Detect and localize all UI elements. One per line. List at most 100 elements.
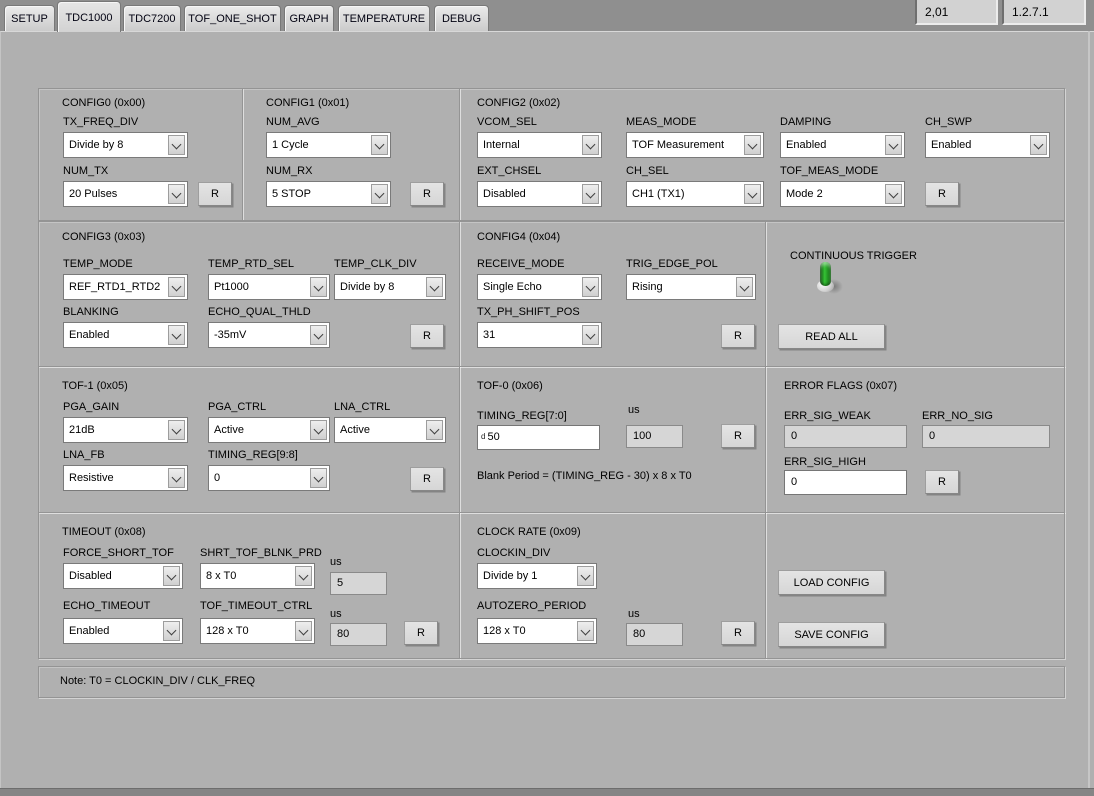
panel-right-edge bbox=[1088, 31, 1090, 788]
group-title-config4: CONFIG4 (0x04) bbox=[477, 231, 561, 243]
receive-mode-select[interactable]: Single Echo bbox=[477, 274, 602, 300]
combo-dropdown-button[interactable] bbox=[168, 420, 185, 440]
chevron-down-icon bbox=[313, 329, 324, 340]
tab-debug[interactable]: DEBUG bbox=[434, 5, 489, 31]
combo-dropdown-button[interactable] bbox=[371, 184, 388, 204]
group-title-tof1: TOF-1 (0x05) bbox=[62, 380, 128, 392]
combo-dropdown-button[interactable] bbox=[426, 420, 443, 440]
read-all-button[interactable]: READ ALL bbox=[778, 324, 885, 349]
tof-timeout-ctrl-select[interactable]: 128 x T0 bbox=[200, 618, 315, 644]
temp-rtd-sel-select[interactable]: Pt1000 bbox=[208, 274, 330, 300]
field-label: TEMP_MODE bbox=[63, 258, 133, 270]
combo-dropdown-button[interactable] bbox=[577, 566, 594, 586]
combo-dropdown-button[interactable] bbox=[1030, 135, 1047, 155]
tab-temperature[interactable]: TEMPERATURE bbox=[338, 5, 430, 31]
shrt-tof-blnk-prd-select[interactable]: 8 x T0 bbox=[200, 563, 315, 589]
damping-select[interactable]: Enabled bbox=[780, 132, 905, 158]
combo-dropdown-button[interactable] bbox=[371, 135, 388, 155]
echo-timeout-select[interactable]: Enabled bbox=[63, 618, 183, 644]
version-display-left: 2,01 bbox=[915, 0, 998, 25]
field-label: CH_SWP bbox=[925, 116, 973, 128]
tof0-read-button[interactable]: R bbox=[721, 424, 755, 448]
clockin-div-select[interactable]: Divide by 1 bbox=[477, 563, 597, 589]
continuous-trigger-label: CONTINUOUS TRIGGER bbox=[790, 250, 917, 262]
chevron-down-icon bbox=[374, 139, 385, 150]
config1-read-button[interactable]: R bbox=[410, 182, 444, 206]
trig-edge-pol-select[interactable]: Rising bbox=[626, 274, 756, 300]
force-short-tof-select[interactable]: Disabled bbox=[63, 563, 183, 589]
combo-dropdown-button[interactable] bbox=[295, 566, 312, 586]
temp-clk-div-select[interactable]: Divide by 8 bbox=[334, 274, 446, 300]
group-title-timeout: TIMEOUT (0x08) bbox=[62, 526, 146, 538]
combo-dropdown-button[interactable] bbox=[163, 566, 180, 586]
num-avg-select[interactable]: 1 Cycle bbox=[266, 132, 391, 158]
lna-ctrl-select[interactable]: Active bbox=[334, 417, 446, 443]
chevron-down-icon bbox=[739, 281, 750, 292]
combo-dropdown-button[interactable] bbox=[744, 135, 761, 155]
save-config-button[interactable]: SAVE CONFIG bbox=[778, 622, 885, 647]
echo-qual-thld-select[interactable]: -35mV bbox=[208, 322, 330, 348]
timeout-read-button[interactable]: R bbox=[404, 621, 438, 645]
pga-ctrl-select[interactable]: Active bbox=[208, 417, 330, 443]
tof-meas-mode-select[interactable]: Mode 2 bbox=[780, 181, 905, 207]
load-config-button[interactable]: LOAD CONFIG bbox=[778, 570, 885, 595]
combo-dropdown-button[interactable] bbox=[163, 621, 180, 641]
ch-swp-select[interactable]: Enabled bbox=[925, 132, 1050, 158]
blank-period-formula: Blank Period = (TIMING_REG - 30) x 8 x T… bbox=[477, 470, 692, 482]
err-sig-high-field[interactable]: 0 bbox=[784, 470, 907, 495]
error-flags-read-button[interactable]: R bbox=[925, 470, 959, 494]
selected-value: 128 x T0 bbox=[483, 625, 526, 637]
combo-dropdown-button[interactable] bbox=[582, 135, 599, 155]
tab-setup[interactable]: SETUP bbox=[4, 5, 55, 31]
combo-dropdown-button[interactable] bbox=[744, 184, 761, 204]
vcom-sel-select[interactable]: Internal bbox=[477, 132, 602, 158]
combo-dropdown-button[interactable] bbox=[736, 277, 753, 297]
lna-fb-select[interactable]: Resistive bbox=[63, 465, 188, 491]
combo-dropdown-button[interactable] bbox=[885, 184, 902, 204]
combo-dropdown-button[interactable] bbox=[168, 325, 185, 345]
num-rx-select[interactable]: 5 STOP bbox=[266, 181, 391, 207]
shrt-tof-us-indicator: 5 bbox=[330, 572, 387, 595]
continuous-trigger-toggle[interactable] bbox=[814, 262, 848, 300]
config4-read-button[interactable]: R bbox=[721, 324, 755, 348]
combo-dropdown-button[interactable] bbox=[168, 468, 185, 488]
selected-value: CH1 (TX1) bbox=[632, 188, 685, 200]
tab-graph[interactable]: GRAPH bbox=[284, 5, 334, 31]
tof1-read-button[interactable]: R bbox=[410, 467, 444, 491]
combo-dropdown-button[interactable] bbox=[310, 420, 327, 440]
tx-freq-div-select[interactable]: Divide by 8 bbox=[63, 132, 188, 158]
tab-tof-one-shot[interactable]: TOF_ONE_SHOT bbox=[184, 5, 281, 31]
ch-sel-select[interactable]: CH1 (TX1) bbox=[626, 181, 764, 207]
config3-read-button[interactable]: R bbox=[410, 324, 444, 348]
tof-timeout-us-indicator: 80 bbox=[330, 623, 387, 646]
selected-value: 21dB bbox=[69, 424, 95, 436]
temp-mode-select[interactable]: REF_RTD1_RTD2 bbox=[63, 274, 188, 300]
tx-ph-shift-pos-select[interactable]: 31 bbox=[477, 322, 602, 348]
ext-chsel-select[interactable]: Disabled bbox=[477, 181, 602, 207]
combo-dropdown-button[interactable] bbox=[168, 135, 185, 155]
clock-rate-read-button[interactable]: R bbox=[721, 621, 755, 645]
combo-dropdown-button[interactable] bbox=[582, 277, 599, 297]
combo-dropdown-button[interactable] bbox=[582, 184, 599, 204]
timing-reg-input[interactable]: d 50 bbox=[477, 425, 600, 450]
combo-dropdown-button[interactable] bbox=[426, 277, 443, 297]
combo-dropdown-button[interactable] bbox=[310, 325, 327, 345]
config0-read-button[interactable]: R bbox=[198, 182, 232, 206]
combo-dropdown-button[interactable] bbox=[310, 468, 327, 488]
combo-dropdown-button[interactable] bbox=[295, 621, 312, 641]
autozero-period-select[interactable]: 128 x T0 bbox=[477, 618, 597, 644]
combo-dropdown-button[interactable] bbox=[582, 325, 599, 345]
num-tx-select[interactable]: 20 Pulses bbox=[63, 181, 188, 207]
timing-reg-98-select[interactable]: 0 bbox=[208, 465, 330, 491]
combo-dropdown-button[interactable] bbox=[168, 184, 185, 204]
pga-gain-select[interactable]: 21dB bbox=[63, 417, 188, 443]
tab-tdc7200[interactable]: TDC7200 bbox=[123, 5, 181, 31]
combo-dropdown-button[interactable] bbox=[577, 621, 594, 641]
meas-mode-select[interactable]: TOF Measurement bbox=[626, 132, 764, 158]
config2-read-button[interactable]: R bbox=[925, 182, 959, 206]
combo-dropdown-button[interactable] bbox=[310, 277, 327, 297]
blanking-select[interactable]: Enabled bbox=[63, 322, 188, 348]
tab-tdc1000[interactable]: TDC1000 bbox=[57, 1, 121, 32]
combo-dropdown-button[interactable] bbox=[168, 277, 185, 297]
combo-dropdown-button[interactable] bbox=[885, 135, 902, 155]
